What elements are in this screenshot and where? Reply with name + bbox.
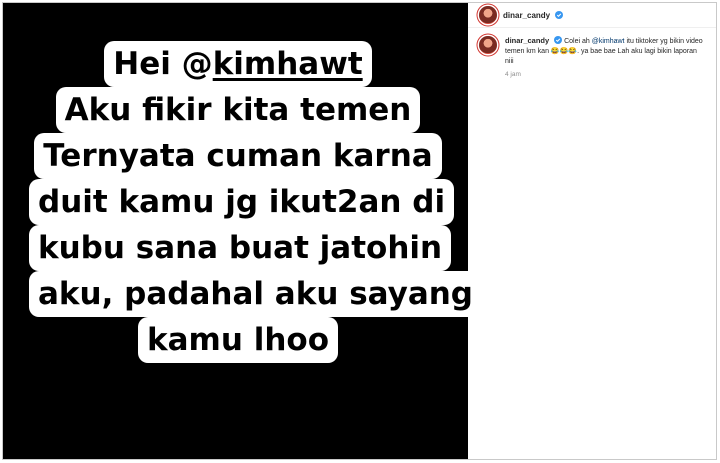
comment-body: dinar_candy Colei ah @kimhawt itu tiktok… xyxy=(505,36,706,80)
post-image: Hei @kimhawt Aku fikir kita temen Ternya… xyxy=(3,3,482,459)
image-text-line: duit kamu jg ikut2an di xyxy=(29,179,455,225)
laughing-emoji-icon: 😂😂😂 xyxy=(550,48,578,55)
image-text-line: kubu sana buat jatohin xyxy=(29,225,452,271)
verified-badge-icon xyxy=(555,10,564,19)
image-text-line: Aku fikir kita temen xyxy=(55,87,421,133)
image-text-line: kamu lhoo xyxy=(138,317,338,363)
post-header: dinar_candy xyxy=(468,3,716,28)
comments-panel: dinar_candy dinar_candy Colei ah @kimhaw… xyxy=(468,3,716,459)
image-text-line: Hei @kimhawt xyxy=(104,41,372,87)
image-text-line: Ternyata cuman karna xyxy=(34,133,442,179)
comment-text: Colei ah xyxy=(562,38,592,45)
image-text-line: aku, padahal aku sayang xyxy=(29,271,482,317)
mention-link[interactable]: @kimhawt xyxy=(592,38,625,45)
avatar[interactable] xyxy=(479,36,497,54)
image-caption: Hei @kimhawt Aku fikir kita temen Ternya… xyxy=(29,41,482,363)
post-window: Hei @kimhawt Aku fikir kita temen Ternya… xyxy=(2,2,717,460)
verified-badge-icon xyxy=(554,36,563,44)
comment-username[interactable]: dinar_candy xyxy=(505,36,549,45)
comment-timestamp[interactable]: 4 jam xyxy=(505,70,706,80)
avatar[interactable] xyxy=(479,6,497,24)
header-username[interactable]: dinar_candy xyxy=(503,10,564,20)
